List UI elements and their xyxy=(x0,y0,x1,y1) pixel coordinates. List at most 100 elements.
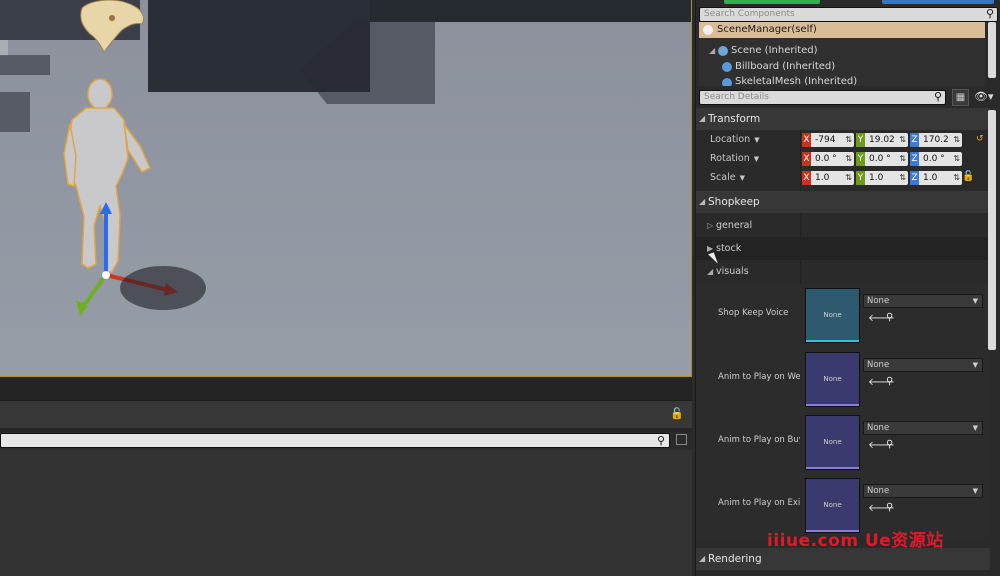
prop-label: Rotation xyxy=(710,153,750,164)
lower-left-search-input[interactable]: ⚲ xyxy=(0,433,670,448)
location-z-value[interactable]: 170.2 xyxy=(919,133,962,147)
asset-picker-dropdown[interactable]: None▼ xyxy=(863,421,983,435)
component-billboard[interactable]: Billboard (Inherited) xyxy=(721,59,835,75)
axis-y-tag: Y xyxy=(856,152,865,166)
scale-y-value[interactable]: 1.0 xyxy=(865,171,908,185)
location-x-value[interactable]: -794 xyxy=(811,133,854,147)
group-general[interactable]: ▷ general xyxy=(696,214,990,237)
asset-label: Anim to Play on Wel xyxy=(718,372,800,382)
actor-icon xyxy=(703,25,713,35)
component-label: Scene (Inherited) xyxy=(731,45,818,56)
asset-value: None xyxy=(867,423,889,433)
axis-y-tag: Y xyxy=(856,171,865,185)
search-components-input[interactable]: Search Components ⚲ xyxy=(699,7,998,22)
category-rendering[interactable]: ◢ Rendering xyxy=(696,548,990,570)
rotation-x[interactable]: X0.0 ° xyxy=(802,152,854,166)
scale-x[interactable]: X1.0 xyxy=(802,171,854,185)
location-y-value[interactable]: 19.02 xyxy=(865,133,908,147)
rotation-y[interactable]: Y0.0 ° xyxy=(856,152,908,166)
component-scene[interactable]: ◢ Scene (Inherited) xyxy=(709,43,818,59)
rotation-y-value[interactable]: 0.0 ° xyxy=(865,152,908,166)
component-scenemanager[interactable]: SceneManager(self) xyxy=(699,22,985,38)
asset-value: None xyxy=(867,296,889,306)
asset-picker-dropdown[interactable]: None ▼ xyxy=(863,294,983,308)
component-label: SkeletalMesh (Inherited) xyxy=(735,76,857,86)
skeletal-mesh-icon xyxy=(722,78,732,86)
collapse-arrow-icon[interactable]: ◢ xyxy=(699,548,705,570)
axis-y-tag: Y xyxy=(856,133,865,147)
chevron-down-icon: ▼ xyxy=(973,359,978,371)
prop-location: Location ▼ X-794 Y19.02 Z170.2 ↺ xyxy=(696,131,990,150)
browse-search-icon[interactable]: ⚲ xyxy=(886,376,893,387)
asset-thumbnail[interactable]: None xyxy=(805,415,860,470)
lock-icon[interactable]: 🔓 xyxy=(670,407,684,421)
asset-thumbnail[interactable]: None xyxy=(805,288,860,343)
rotation-z[interactable]: Z0.0 ° xyxy=(910,152,962,166)
details-scrollbar[interactable] xyxy=(988,110,996,350)
location-y[interactable]: Y19.02 xyxy=(856,133,908,147)
scale-z-value[interactable]: 1.0 xyxy=(919,171,962,185)
chevron-down-icon: ▼ xyxy=(740,174,745,182)
asset-label: Shop Keep Voice xyxy=(718,308,800,318)
rotation-z-value[interactable]: 0.0 ° xyxy=(919,152,962,166)
browse-search-icon[interactable]: ⚲ xyxy=(886,502,893,513)
reset-to-default-icon[interactable]: ↺ xyxy=(976,134,984,144)
asset-value: None xyxy=(867,360,889,370)
asset-label: Anim to Play on Exit xyxy=(718,498,800,508)
scale-dropdown[interactable]: Scale ▼ xyxy=(710,172,745,183)
scale-x-value[interactable]: 1.0 xyxy=(811,171,854,185)
search-icon[interactable]: ⚲ xyxy=(986,7,994,20)
chevron-down-icon: ▼ xyxy=(973,295,978,307)
scale-z[interactable]: Z1.0 xyxy=(910,171,962,185)
search-icon[interactable]: ⚲ xyxy=(934,90,942,103)
location-dropdown[interactable]: Location ▼ xyxy=(710,134,760,145)
collapse-arrow-icon[interactable]: ◢ xyxy=(699,191,705,213)
panel-tab-bar: 🔓 xyxy=(0,400,692,428)
prop-label: Location xyxy=(710,134,750,145)
billboard-component-icon xyxy=(722,62,732,72)
chevron-down-icon: ▼ xyxy=(754,136,759,144)
rotation-dropdown[interactable]: Rotation▼ xyxy=(710,153,759,164)
location-z[interactable]: Z170.2 xyxy=(910,133,962,147)
asset-thumbnail[interactable]: None xyxy=(805,478,860,533)
eye-view-options-icon[interactable]: 👁▾ xyxy=(974,90,994,103)
prop-label: Scale xyxy=(710,172,736,183)
property-matrix-button[interactable]: ▦ xyxy=(952,89,969,106)
location-x[interactable]: X-794 xyxy=(802,133,854,147)
category-label: Shopkeep xyxy=(708,196,760,208)
asset-anim-buy: Anim to Play on Buy None None▼ 🡐 ⚲ xyxy=(696,411,990,474)
level-viewport[interactable] xyxy=(0,0,692,377)
watermark: iiiue.com Ue资源站 xyxy=(767,526,944,551)
asset-value: None xyxy=(867,486,889,496)
scale-y[interactable]: Y1.0 xyxy=(856,171,908,185)
group-visuals[interactable]: ◢ visuals xyxy=(696,260,990,283)
asset-label: Anim to Play on Buy xyxy=(718,435,800,445)
expand-arrow-icon[interactable]: ▷ xyxy=(707,214,713,237)
blueprint-script-button[interactable] xyxy=(882,0,994,4)
viewport-block-far xyxy=(370,0,692,22)
category-label: Transform xyxy=(708,113,760,125)
rotation-x-value[interactable]: 0.0 ° xyxy=(811,152,854,166)
add-component-button[interactable] xyxy=(724,0,820,4)
components-scrollbar[interactable] xyxy=(988,22,996,78)
category-transform[interactable]: ◢ Transform xyxy=(696,108,990,130)
group-stock[interactable]: ▶ stock xyxy=(696,237,990,260)
search-details-placeholder: Search Details xyxy=(704,92,769,102)
collapse-arrow-icon[interactable]: ◢ xyxy=(709,43,715,59)
browse-search-icon[interactable]: ⚲ xyxy=(886,439,893,450)
viewport-shadow-left-2 xyxy=(0,92,30,132)
asset-thumbnail[interactable]: None xyxy=(805,352,860,407)
search-icon[interactable]: ⚲ xyxy=(657,434,665,447)
save-icon[interactable] xyxy=(676,434,687,445)
search-details-input[interactable]: Search Details ⚲ xyxy=(699,90,946,105)
asset-picker-dropdown[interactable]: None▼ xyxy=(863,484,983,498)
component-skeletalmesh[interactable]: SkeletalMesh (Inherited) xyxy=(721,75,857,86)
axis-z-tag: Z xyxy=(910,133,919,147)
lock-icon[interactable]: 🔓 xyxy=(962,171,974,182)
collapse-arrow-icon[interactable]: ◢ xyxy=(699,108,705,130)
asset-shop-keep-voice: Shop Keep Voice None None▼ 🡐 ⚲ xyxy=(696,284,990,347)
browse-search-icon[interactable]: ⚲ xyxy=(886,312,893,323)
asset-picker-dropdown[interactable]: None ▼ xyxy=(863,358,983,372)
billboard-icon[interactable] xyxy=(76,0,148,60)
category-shopkeep[interactable]: ◢ Shopkeep xyxy=(696,191,990,213)
